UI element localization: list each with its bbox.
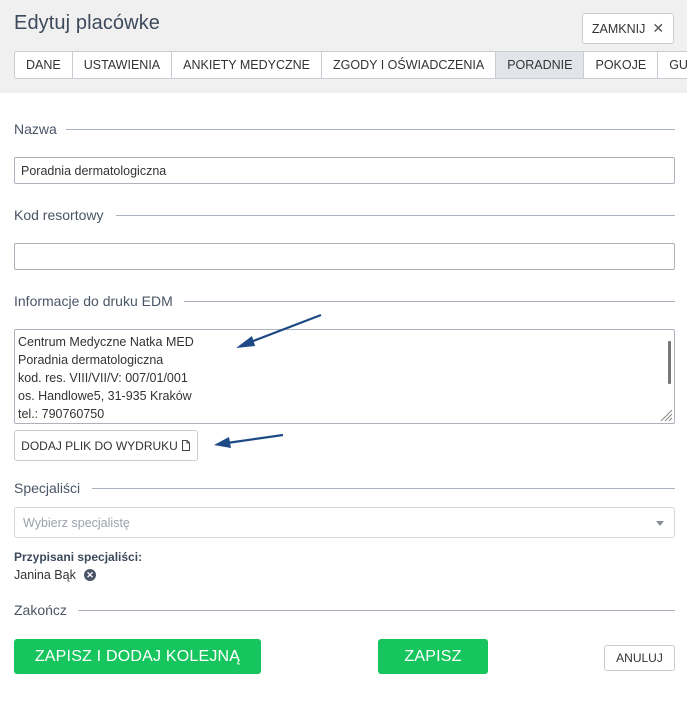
name-section-label: Nazwa <box>14 121 57 137</box>
tab-bar: DANE USTAWIENIA ANKIETY MEDYCZNE ZGODY I… <box>14 51 687 79</box>
close-button-label: ZAMKNIJ <box>591 21 646 36</box>
arrow-icon <box>214 433 284 448</box>
add-print-file-button[interactable]: DODAJ PLIK DO WYDRUKU <box>14 430 198 461</box>
finish-section-label: Zakończ <box>14 602 67 618</box>
remove-specialist-icon[interactable]: ✕ <box>84 569 96 581</box>
close-icon: ✕ <box>652 20 665 36</box>
save-label: ZAPISZ <box>404 647 462 665</box>
edm-line: kod. res. VIII/VII/V: 007/01/001 <box>18 371 188 385</box>
close-button[interactable]: ZAMKNIJ ✕ <box>582 13 674 44</box>
section-divider <box>116 215 675 216</box>
tab-dane[interactable]: DANE <box>14 51 73 79</box>
code-section-label: Kod resortowy <box>14 207 104 223</box>
section-divider <box>184 301 675 302</box>
name-input[interactable]: Poradnia dermatologiczna <box>14 157 675 184</box>
add-print-file-label: DODAJ PLIK DO WYDRUKU <box>21 438 178 453</box>
dialog-header: Edytuj placówke ZAMKNIJ ✕ DANE USTAWIENI… <box>0 0 687 93</box>
edm-line: Poradnia dermatologiczna <box>18 353 164 367</box>
tab-zgody-i-oswiadczenia[interactable]: ZGODY I OŚWIADCZENIA <box>321 51 497 79</box>
code-input[interactable] <box>14 243 675 270</box>
save-and-add-next-label: ZAPISZ I DODAJ KOLEJNĄ <box>34 647 241 665</box>
specialist-select-placeholder: Wybierz specjalistę <box>23 515 130 530</box>
edm-textarea[interactable]: Centrum Medyczne Natka MED Poradnia derm… <box>14 329 675 424</box>
edm-line: os. Handlowe5, 31-935 Kraków <box>18 389 192 403</box>
edm-line: Centrum Medyczne Natka MED <box>18 335 194 349</box>
tab-poradnie[interactable]: PORADNIE <box>495 51 585 79</box>
chevron-down-icon <box>656 521 664 526</box>
cancel-label: ANULUJ <box>616 651 663 665</box>
tab-label: POKOJE <box>595 58 647 72</box>
save-button[interactable]: ZAPISZ <box>378 639 488 674</box>
edm-line: tel.: 790760750 <box>18 407 105 421</box>
section-divider <box>66 129 675 130</box>
tab-label: GUS <box>669 58 687 72</box>
tab-label: USTAWIENIA <box>83 58 161 72</box>
tab-label: ANKIETY MEDYCZNE <box>183 58 311 72</box>
tab-gus[interactable]: GUS <box>657 51 687 79</box>
assigned-specialists-label: Przypisani specjaliści: <box>14 550 143 564</box>
specialist-select[interactable]: Wybierz specjalistę <box>14 507 675 538</box>
tab-label: ZGODY I OŚWIADCZENIA <box>333 58 485 72</box>
textarea-scrollbar[interactable] <box>668 341 671 384</box>
file-icon <box>181 440 190 451</box>
resize-handle-icon[interactable] <box>659 408 673 422</box>
assigned-specialist-name: Janina Bąk <box>14 568 76 582</box>
specialists-section-label: Specjaliści <box>14 480 81 496</box>
tab-pokoje[interactable]: POKOJE <box>583 51 659 79</box>
section-divider <box>78 610 675 611</box>
cancel-button[interactable]: ANULUJ <box>604 645 675 671</box>
dialog-title: Edytuj placówke <box>14 12 161 34</box>
section-divider <box>92 488 675 489</box>
edm-section-label: Informacje do druku EDM <box>14 293 173 309</box>
save-and-add-next-button[interactable]: ZAPISZ I DODAJ KOLEJNĄ <box>14 639 261 674</box>
tab-ankiety-medyczne[interactable]: ANKIETY MEDYCZNE <box>171 51 323 79</box>
tab-label: PORADNIE <box>507 58 573 72</box>
tab-label: DANE <box>26 58 61 72</box>
tab-ustawienia[interactable]: USTAWIENIA <box>71 51 173 79</box>
